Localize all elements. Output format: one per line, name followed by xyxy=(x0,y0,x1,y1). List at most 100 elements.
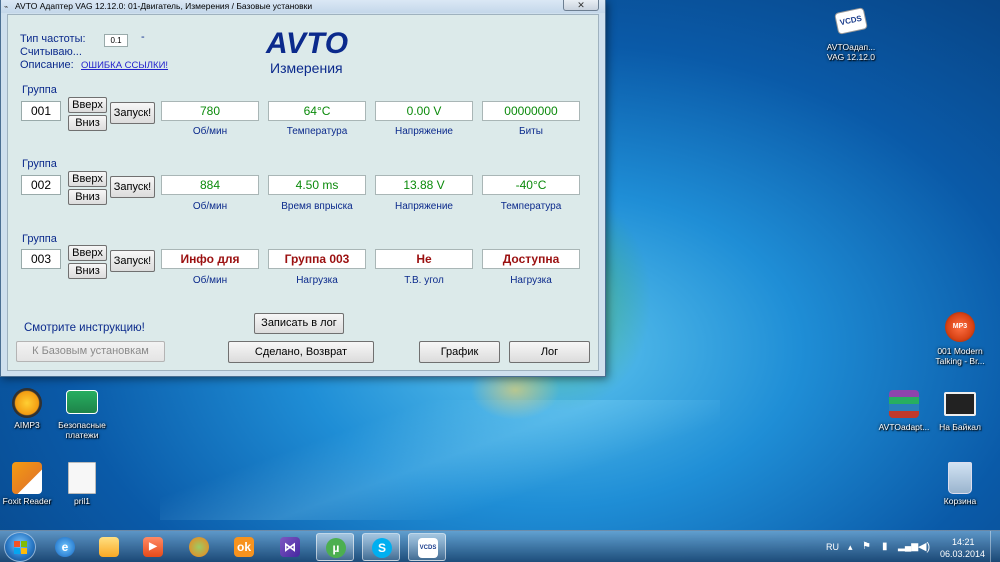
recycle-bin-icon xyxy=(948,462,972,494)
taskbar-ccleaner[interactable] xyxy=(180,533,218,561)
desktop-icon-baikal[interactable]: На Байкал xyxy=(930,392,990,432)
value-field: -40°C xyxy=(482,175,580,195)
network-signal-icon[interactable]: ▂▄▆ xyxy=(898,541,918,552)
utorrent-icon: µ xyxy=(326,538,346,558)
payment-card-icon xyxy=(66,390,98,414)
visual-studio-icon: ⋈ xyxy=(280,537,300,557)
window-title: AVTO Адаптер VAG 12.12.0: 01-Двигатель, … xyxy=(15,1,313,11)
vcds-icon: VCDS xyxy=(834,7,868,35)
log-button[interactable]: Лог xyxy=(509,341,590,363)
vcds-taskbar-icon: VCDS xyxy=(418,538,438,558)
desktop-icon-aimp3[interactable]: AIMP3 xyxy=(0,388,54,430)
value-field: 884 xyxy=(161,175,259,195)
value-caption: Об/мин xyxy=(192,126,228,137)
taskbar-odnoklassniki[interactable]: ok xyxy=(225,533,263,561)
vcds-window: ⌁ AVTO Адаптер VAG 12.12.0: 01-Двигатель… xyxy=(0,0,606,377)
taskbar-media-player[interactable]: ▶ xyxy=(134,533,172,561)
taskbar-utorrent[interactable]: µ xyxy=(316,533,354,561)
freq-type-value: 0.1 xyxy=(104,34,128,47)
value-field: Инфо для xyxy=(161,249,259,269)
group-up-button[interactable]: Вверх xyxy=(68,171,107,187)
desktop-icon-label: 001 Modern Talking - Br... xyxy=(935,346,985,366)
desktop-icon-label: AVTOadapt... xyxy=(878,422,930,432)
desktop-icon-label: На Байкал xyxy=(939,422,981,432)
app-icon: ⌁ xyxy=(4,4,9,11)
tray-expand-icon[interactable]: ▴ xyxy=(848,542,853,553)
winrar-icon xyxy=(889,390,919,418)
description-label: Описание: xyxy=(20,59,74,71)
freq-dash: - xyxy=(141,31,145,43)
group-down-button[interactable]: Вниз xyxy=(68,189,107,205)
value-caption: Напряжение xyxy=(395,126,453,137)
group-start-button[interactable]: Запуск! xyxy=(110,250,155,272)
group-number-input[interactable]: 001 xyxy=(21,101,61,121)
reading-status: Считываю... xyxy=(20,46,82,58)
page-title: Измерения xyxy=(270,60,343,76)
desktop-icon-label: Безопасные платежи xyxy=(58,420,106,440)
desktop-icon-vcds[interactable]: VCDS AVTOадап... VAG 12.12.0 xyxy=(821,7,881,62)
desktop-icon-label: pril1 xyxy=(73,496,91,506)
battery-icon[interactable]: ▮ xyxy=(882,541,888,552)
graph-button[interactable]: График xyxy=(419,341,500,363)
clock-time[interactable]: 14:21 xyxy=(952,537,975,547)
taskbar-vcds[interactable]: VCDS xyxy=(408,533,446,561)
action-center-flag-icon[interactable]: ⚑ xyxy=(862,541,871,552)
wallpaper-streak xyxy=(160,400,720,520)
value-caption: Об/мин xyxy=(192,201,228,212)
aimp-icon xyxy=(12,388,42,418)
clock-date[interactable]: 06.03.2014 xyxy=(940,549,985,559)
language-indicator[interactable]: RU xyxy=(826,542,839,552)
desktop-icon-mp3[interactable]: MP3 001 Modern Talking - Br... xyxy=(930,312,990,366)
ccleaner-icon xyxy=(189,537,209,557)
description-link[interactable]: ОШИБКА ССЫЛКИ! xyxy=(81,60,168,71)
group-start-button[interactable]: Запуск! xyxy=(110,102,155,124)
taskbar-explorer[interactable] xyxy=(90,533,128,561)
start-button[interactable] xyxy=(4,532,36,562)
group-up-button[interactable]: Вверх xyxy=(68,97,107,113)
value-field: 4.50 ms xyxy=(268,175,366,195)
desktop-icon-pril1[interactable]: pril1 xyxy=(52,462,112,506)
instructions-text: Смотрите инструкцию! xyxy=(24,322,145,334)
desktop-icon-foxit[interactable]: Foxit Reader xyxy=(0,462,57,506)
taskbar-visual-studio[interactable]: ⋈ xyxy=(271,533,309,561)
desktop-icon-label: Foxit Reader xyxy=(2,496,52,506)
value-field: 64°C xyxy=(268,101,366,121)
internet-explorer-icon: e xyxy=(55,537,75,557)
group-start-button[interactable]: Запуск! xyxy=(110,176,155,198)
group-number-input[interactable]: 003 xyxy=(21,249,61,269)
window-titlebar[interactable]: ⌁ AVTO Адаптер VAG 12.12.0: 01-Двигатель… xyxy=(1,0,605,13)
basic-settings-button[interactable]: К Базовым установкам xyxy=(16,341,165,362)
value-caption: Об/мин xyxy=(192,275,228,286)
value-caption: Напряжение xyxy=(395,201,453,212)
group-down-button[interactable]: Вниз xyxy=(68,263,107,279)
skype-icon: S xyxy=(372,538,392,558)
desktop-icon-label: AVTOадап... VAG 12.12.0 xyxy=(826,42,876,62)
value-caption: Нагрузка xyxy=(510,275,552,286)
freq-type-label: Тип частоты: xyxy=(20,33,86,45)
group-up-button[interactable]: Вверх xyxy=(68,245,107,261)
desktop-icon-payments[interactable]: Безопасные платежи xyxy=(52,390,112,440)
taskbar-skype[interactable]: S xyxy=(362,533,400,561)
group-down-button[interactable]: Вниз xyxy=(68,115,107,131)
video-icon xyxy=(944,392,976,416)
write-log-button[interactable]: Записать в лог xyxy=(254,313,344,334)
value-field: Доступна xyxy=(482,249,580,269)
value-field: Группа 003 xyxy=(268,249,366,269)
windows-logo-icon xyxy=(14,541,27,554)
value-field: 00000000 xyxy=(482,101,580,121)
value-caption: Температура xyxy=(500,201,562,212)
volume-icon[interactable]: ◀) xyxy=(918,540,930,553)
value-field: 13.88 V xyxy=(375,175,473,195)
taskbar-ie[interactable]: e xyxy=(46,533,84,561)
desktop-icon-avtoadapt[interactable]: AVTOadapt... xyxy=(874,390,934,432)
desktop-icon-recycle[interactable]: Корзина xyxy=(930,462,990,506)
value-caption: Время впрыска xyxy=(281,201,353,212)
group-label: Группа xyxy=(22,158,57,170)
show-desktop-button[interactable] xyxy=(990,531,1000,562)
value-caption: Нагрузка xyxy=(296,275,338,286)
desktop-icon-label: Корзина xyxy=(943,496,977,506)
value-field: 780 xyxy=(161,101,259,121)
group-number-input[interactable]: 002 xyxy=(21,175,61,195)
close-button[interactable]: ✕ xyxy=(563,0,599,11)
done-back-button[interactable]: Сделано, Возврат xyxy=(228,341,374,363)
